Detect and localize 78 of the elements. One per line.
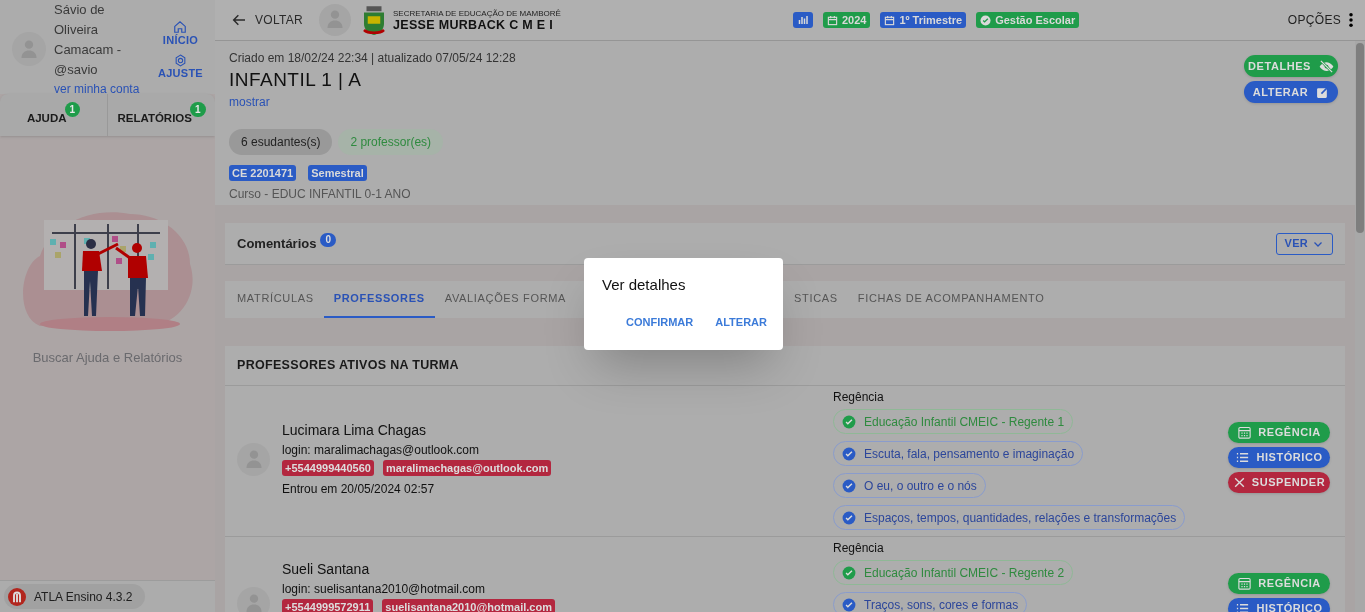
close-icon — [1232, 476, 1246, 489]
status-chip: 2024 — [822, 12, 871, 28]
dialog-title: Ver detalhes — [602, 275, 687, 295]
options-button[interactable]: OPÇÕES — [1287, 11, 1353, 29]
view-button[interactable]: VER — [1275, 232, 1333, 255]
list-icon — [1235, 450, 1251, 465]
count-pill: 2 professor(es) — [338, 129, 444, 155]
course-text: Curso - EDUC INFANTIL 0-1 ANO — [229, 186, 412, 203]
check-circle-icon — [842, 565, 856, 580]
section-label: Regência — [833, 389, 885, 406]
check-circle-icon — [842, 478, 856, 493]
teacher-name: Lucimara Lima Chagas — [282, 421, 427, 440]
confirm-button[interactable]: CONFIRMAR — [626, 313, 694, 330]
check-circle-icon — [842, 510, 856, 525]
calendar-icon — [826, 14, 838, 26]
email-tag: suelisantana2010@hotmail.com — [382, 599, 555, 612]
phone-tag: +5544999572911 — [282, 599, 374, 612]
edit-button[interactable]: ALTERAR — [1244, 81, 1338, 103]
home-icon — [173, 19, 188, 34]
org-subtitle: SECRETARIA DE EDUCAÇÃO DE MAMBORÊ — [393, 8, 561, 19]
tab[interactable]: FICHAS DE ACOMPANHAMENTO — [847, 281, 1055, 318]
calendar-icon — [884, 14, 896, 26]
check-circle-icon — [842, 597, 856, 612]
org-name: JESSE MURBACK C M E I — [393, 18, 555, 32]
settings-icon — [173, 53, 187, 67]
tab[interactable]: AVALIAÇÕES FORMA — [434, 281, 567, 318]
count-badge: 1 — [190, 101, 206, 117]
login-text: login: suelisantana2010@hotmail.com — [282, 581, 486, 598]
empty-state-text: Buscar Ajuda e Relatórios — [32, 349, 183, 367]
nav-settings-button[interactable]: AJUSTE — [157, 53, 203, 79]
tab[interactable]: PROFESSORES — [323, 281, 435, 318]
app-logo-icon — [8, 587, 26, 606]
details-button[interactable]: DETALHES — [1244, 55, 1338, 77]
chart-icon-button[interactable] — [792, 12, 813, 28]
calendar-grid-icon — [1237, 425, 1253, 440]
check-circle-icon — [842, 446, 856, 461]
count-badge: 0 — [320, 232, 337, 247]
check-circle-icon — [980, 14, 992, 26]
tab[interactable]: STICAS — [794, 281, 848, 318]
section-title: PROFESSORES ATIVOS NA TURMA — [237, 357, 459, 375]
alter-button[interactable]: ALTERAR — [715, 313, 767, 330]
list-icon — [1235, 601, 1251, 612]
bar-chart-icon — [796, 14, 809, 26]
regencia-button[interactable]: REGÊNCIA — [1228, 573, 1330, 594]
tag-label: Semestral — [308, 165, 367, 181]
regencia-button[interactable]: REGÊNCIA — [1228, 422, 1330, 443]
edit-icon — [1316, 85, 1330, 99]
count-pill: 6 esudantes(s) — [229, 129, 333, 155]
email-tag: maralimachagas@outlook.com — [382, 460, 552, 476]
history-button[interactable]: HISTÓRICO — [1228, 598, 1330, 612]
back-button[interactable]: VOLTAR — [231, 11, 304, 29]
user-name: Sávio de Oliveira Camacam - @savio — [54, 1, 123, 79]
login-text: login: maralimachagas@outlook.com — [282, 442, 480, 459]
eye-slash-icon — [1318, 58, 1334, 74]
nav-home-button[interactable]: INÍCIO — [162, 19, 199, 46]
sidebar-tab[interactable]: RELATÓRIOS — [117, 102, 192, 128]
account-link[interactable]: ver minha conta — [54, 80, 150, 98]
teacher-name: Sueli Santana — [282, 560, 371, 579]
version-text: ATLA Ensino 4.3.2 — [34, 588, 133, 606]
count-badge: 1 — [64, 101, 81, 117]
more-vertical-icon — [1349, 13, 1353, 27]
section-label: Regência — [833, 540, 885, 557]
phone-tag: +5544999440560 — [282, 460, 374, 476]
sidebar-tab[interactable]: AJUDA — [26, 102, 67, 128]
status-chip: 1º Trimestre — [880, 12, 967, 28]
suspend-button[interactable]: SUSPENDER — [1228, 472, 1330, 493]
class-title: INFANTIL 1 | A — [229, 68, 363, 92]
history-button[interactable]: HISTÓRICO — [1228, 447, 1330, 468]
show-link[interactable]: mostrar — [229, 93, 270, 111]
created-updated-text: Criado em 18/02/24 22:34 | atualizado 07/05/24 12:28 — [229, 50, 517, 67]
check-circle-icon — [842, 414, 856, 429]
status-chip: Gestão Escolar — [976, 12, 1080, 28]
comments-label: Comentários — [237, 234, 317, 253]
joined-text: Entrou em 20/05/2024 02:57 — [282, 481, 436, 498]
tab[interactable]: MATRÍCULAS — [227, 281, 324, 318]
calendar-grid-icon — [1237, 576, 1253, 591]
tag-label: CE 2201471 — [229, 165, 297, 181]
arrow-left-icon — [231, 12, 247, 28]
